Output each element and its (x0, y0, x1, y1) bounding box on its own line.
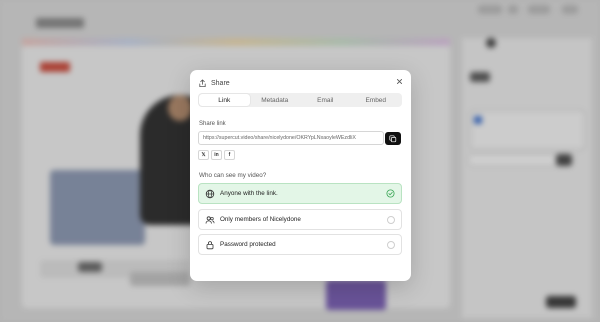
share-tabs: Link Metadata Email Embed (198, 93, 402, 107)
tab-link[interactable]: Link (199, 94, 250, 106)
copy-icon (389, 134, 397, 143)
close-icon (396, 78, 403, 85)
option-password-protected[interactable]: Password protected (198, 234, 402, 255)
share-modal: Share Link Metadata Email Embed Share li… (190, 70, 411, 281)
x-share-button[interactable]: 𝕏 (198, 150, 209, 160)
visibility-label: Who can see my video? (199, 172, 267, 179)
globe-icon (205, 189, 215, 199)
social-share-buttons: 𝕏 in f (198, 150, 235, 160)
lock-icon (205, 240, 215, 250)
radio-button[interactable] (387, 240, 395, 249)
close-button[interactable] (394, 76, 404, 86)
check-circle-icon (386, 189, 395, 198)
tab-email[interactable]: Email (300, 94, 351, 106)
option-label: Anyone with the link. (220, 190, 278, 197)
radio-button[interactable] (387, 215, 395, 224)
tab-metadata[interactable]: Metadata (250, 94, 301, 106)
modal-header: Share (198, 79, 230, 88)
option-label: Password protected (220, 241, 276, 248)
share-icon (198, 79, 207, 88)
option-members-only[interactable]: Only members of Nicelydone (198, 209, 402, 230)
linkedin-share-button[interactable]: in (211, 150, 222, 160)
option-label: Only members of Nicelydone (220, 216, 301, 223)
x-icon: 𝕏 (201, 152, 206, 158)
option-anyone-with-link[interactable]: Anyone with the link. (198, 183, 402, 204)
modal-title: Share (211, 80, 230, 87)
facebook-share-button[interactable]: f (224, 150, 235, 160)
share-link-label: Share link (199, 121, 226, 127)
share-link-field[interactable]: https://supercut.video/share/nicelydone/… (198, 131, 384, 145)
users-icon (205, 215, 215, 225)
tab-embed[interactable]: Embed (351, 94, 402, 106)
copy-link-button[interactable] (385, 132, 401, 145)
linkedin-icon: in (214, 152, 219, 158)
facebook-icon: f (228, 152, 231, 158)
